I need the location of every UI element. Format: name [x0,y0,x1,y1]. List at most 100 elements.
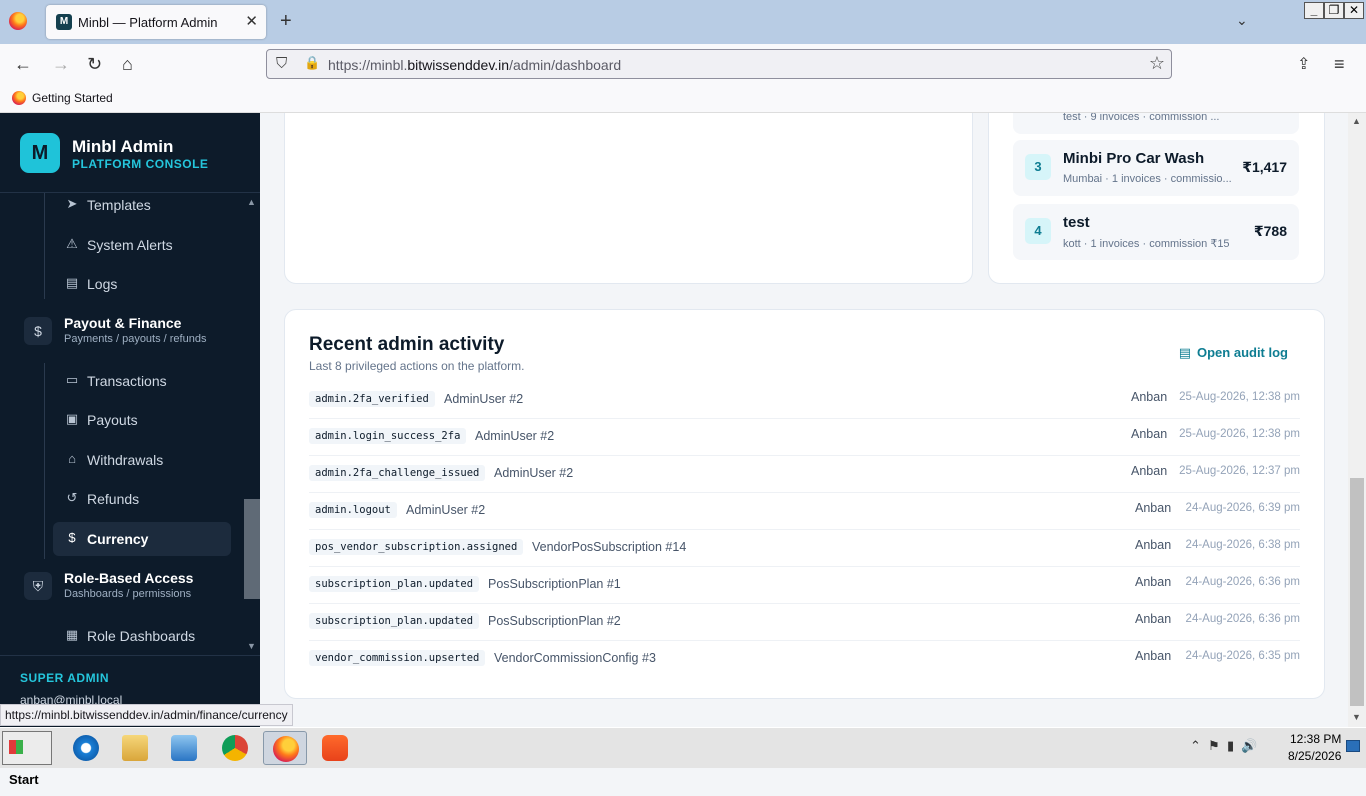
action-actor: Anban [1131,390,1168,404]
windows-flag-icon [9,740,23,754]
sidebar-item-withdrawals[interactable]: ⌂ Withdrawals [53,443,231,477]
vendor-row[interactable]: 4 test kott · 1 invoices · commission ₹1… [1013,204,1299,260]
sidebar-scroll-down-icon[interactable]: ▼ [247,641,256,651]
audit-log-icon: ▤ [1178,345,1191,360]
system-tray-icons[interactable]: ⌃ ⚑ ▮ 🔊 [1190,738,1258,754]
action-actor: Anban [1135,538,1172,552]
action-code: subscription_plan.updated [309,576,480,592]
clock-time[interactable]: 12:38 PM [1290,732,1341,746]
brand-name: Minbl Admin [72,137,174,156]
start-button[interactable]: Start [2,731,52,787]
sidebar-item-system-alerts[interactable]: ⚠ System Alerts [53,228,231,262]
vendor-meta: kott · 1 invoices · commission ₹15 [1063,238,1230,250]
clock-date[interactable]: 8/25/2026 [1288,749,1341,763]
forward-arrow-icon[interactable]: → [52,54,70,75]
url-bar[interactable]: ⛉ 🔒 https://minbl.bitwissenddev.in/admin… [266,49,1172,79]
vendor-name: test [1063,214,1090,231]
activity-row[interactable]: admin.logout AdminUser #2 Anban 24-Aug-2026… [309,493,1300,530]
action-actor: Anban [1135,575,1172,589]
file-explorer-app[interactable] [113,731,157,765]
page-scroll-thumb[interactable] [1350,478,1364,706]
chrome-icon [222,735,248,761]
action-timestamp: 24-Aug-2026, 6:39 pm [1185,502,1300,514]
activity-row[interactable]: subscription_plan.updated PosSubscription… [309,604,1300,641]
action-timestamp: 24-Aug-2026, 6:36 pm [1185,613,1300,625]
tab-close-icon[interactable]: ✕ [245,12,258,30]
action-code: pos_vendor_subscription.assigned [309,539,524,555]
sidebar-item-transactions[interactable]: ▭ Transactions [53,364,231,398]
restore-button[interactable]: ❐ [1324,2,1344,19]
sidebar: M Minbl Admin PLATFORM CONSOLE ➤ Templat… [0,113,260,727]
chrome-app[interactable] [213,731,257,765]
alert-icon: ⚠ [66,236,78,251]
home-icon[interactable]: ⌂ [122,54,133,75]
internet-explorer-app[interactable] [64,731,108,765]
lock-icon[interactable]: 🔒 [304,55,320,71]
sidebar-footer-divider [0,655,260,656]
refund-icon: ↺ [66,490,78,505]
bookmarks-bar: Getting Started [0,85,1366,113]
action-code: subscription_plan.updated [309,613,480,629]
dollar-circle-icon: $ [24,317,52,345]
menu-icon[interactable]: ≡ [1334,54,1345,75]
sidebar-item-logs[interactable]: ▤ Logs [53,267,231,301]
brave-icon [322,735,348,761]
activity-row[interactable]: vendor_commission.upserted VendorCommissi… [309,641,1300,678]
tracking-shield-icon[interactable]: ⛉ [276,55,287,72]
show-desktop-icon[interactable] [1346,740,1360,752]
bookmark-getting-started[interactable]: Getting Started [12,91,113,105]
minimize-button[interactable]: _ [1304,2,1324,19]
activity-row[interactable]: admin.2fa_challenge_issued AdminUser #2 An… [309,456,1300,493]
tab-title: Minbl — Platform Admin [78,15,218,30]
group-payout-finance[interactable]: $ Payout & Finance Payments / payouts / … [24,311,244,355]
open-audit-log-link[interactable]: ▤ Open audit log [1179,345,1288,361]
extensions-icon[interactable]: ⇪ [1297,54,1310,74]
action-code: admin.logout [309,502,397,518]
nav-rail [44,363,45,559]
activity-row[interactable]: admin.login_success_2fa AdminUser #2 Anban… [309,419,1300,456]
sidebar-item-templates[interactable]: ➤ Templates [53,188,231,222]
group-role-based-access[interactable]: ⛨ Role-Based Access Dashboards / permiss… [24,566,244,610]
main-content: test · 9 invoices · commission ... 3 Min… [260,113,1348,727]
brand-logo[interactable]: M [20,133,60,173]
reload-icon[interactable]: ↻ [87,54,102,75]
firefox-taskbar-icon [273,736,299,762]
tab-favicon: M [56,14,72,30]
new-tab-icon[interactable]: + [280,10,292,33]
brave-app[interactable] [313,731,357,765]
media-player-app[interactable] [162,731,206,765]
sidebar-item-role-dashboards[interactable]: ▦ Role Dashboards [53,619,231,653]
close-window-button[interactable]: ✕ [1344,2,1364,19]
sidebar-item-refunds[interactable]: ↺ Refunds [53,482,231,516]
nav-rail [44,193,45,299]
top-vendors-card: test · 9 invoices · commission ... 3 Min… [988,113,1325,284]
firefox-bookmark-icon [12,91,26,105]
sidebar-scroll-up-icon[interactable]: ▲ [247,197,256,207]
sidebar-scroll-thumb[interactable] [244,499,260,599]
bookmark-star-icon[interactable]: ☆ [1149,53,1165,74]
browser-tab[interactable]: M Minbl — Platform Admin ✕ [46,5,266,39]
page-scroll-up-icon[interactable]: ▲ [1352,116,1361,126]
vendor-rank: 3 [1025,154,1051,180]
back-arrow-icon[interactable]: ← [14,54,32,75]
activity-row[interactable]: subscription_plan.updated PosSubscription… [309,567,1300,604]
action-target: AdminUser #2 [444,392,524,406]
vendor-row[interactable]: test · 9 invoices · commission ... [1013,113,1299,134]
ie-icon [73,735,99,761]
vendor-row[interactable]: 3 Minbi Pro Car Wash Mumbai · 1 invoices… [1013,140,1299,196]
firefox-icon[interactable] [9,12,27,30]
activity-row[interactable]: pos_vendor_subscription.assigned VendorPo… [309,530,1300,567]
page-scroll-down-icon[interactable]: ▼ [1352,712,1361,722]
sidebar-item-payouts[interactable]: ▣ Payouts [53,403,231,437]
action-code: admin.2fa_verified [309,391,435,407]
action-actor: Anban [1135,649,1172,663]
action-actor: Anban [1131,427,1168,441]
grid-icon: ▦ [65,627,79,642]
firefox-app[interactable] [263,731,307,765]
tab-list-chevron-icon[interactable]: ⌄ [1236,12,1248,29]
action-timestamp: 25-Aug-2026, 12:38 pm [1179,391,1300,403]
currency-icon: $ [68,530,76,545]
activity-row[interactable]: admin.2fa_verified AdminUser #2 Anban 25-Au… [309,382,1300,419]
url-text[interactable]: https://minbl.bitwissenddev.in/admin/das… [328,57,621,73]
sidebar-item-currency[interactable]: $ Currency [53,522,231,556]
